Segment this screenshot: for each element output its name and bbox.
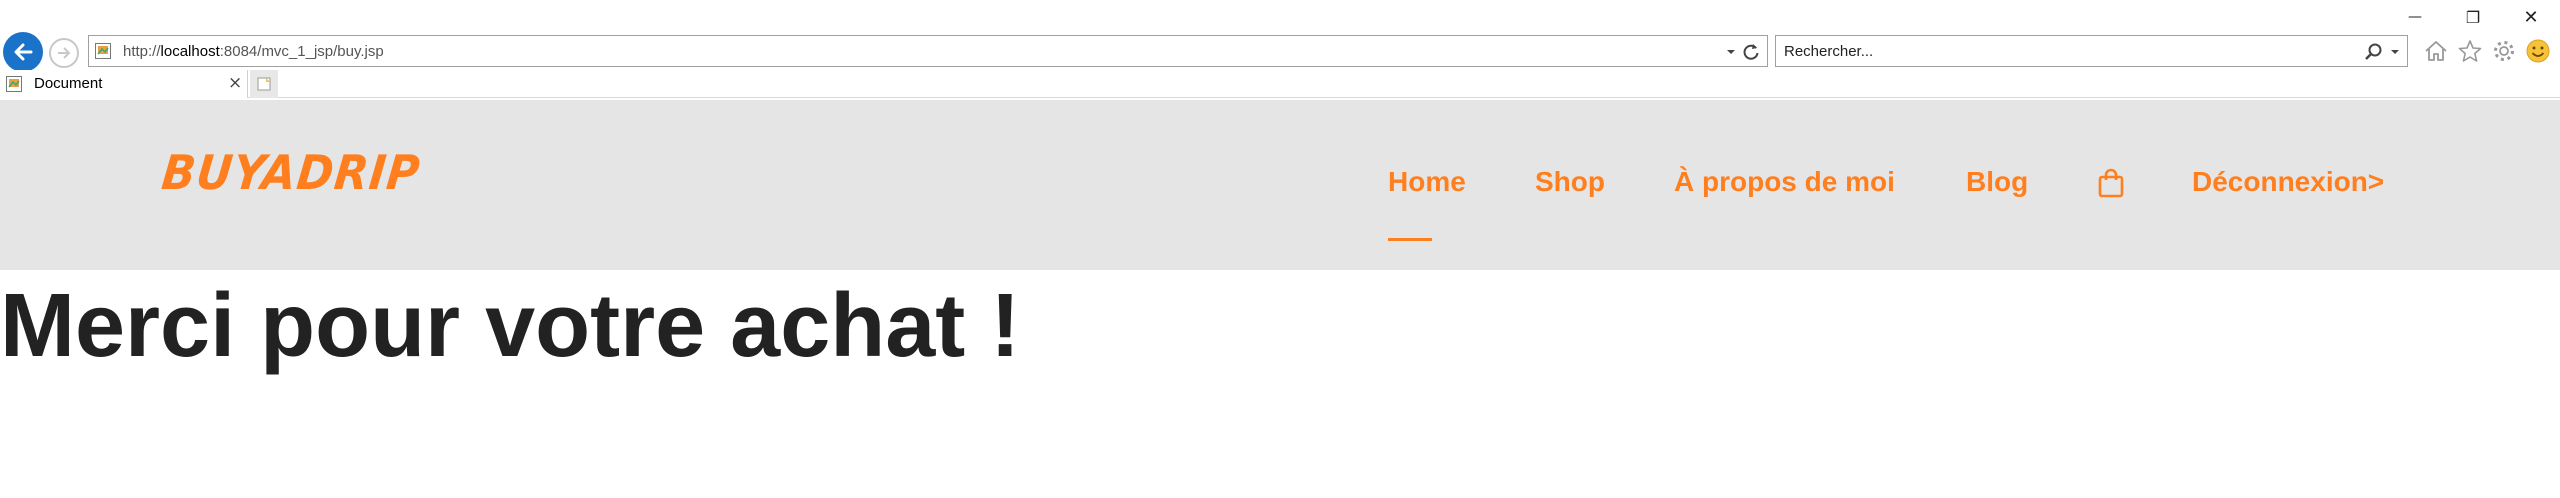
back-icon: [14, 43, 33, 61]
new-tab-icon: [257, 77, 271, 91]
smiley-icon: [2526, 39, 2550, 63]
search-icon[interactable]: [2364, 42, 2384, 62]
browser-chrome: — ❐ ✕ http://localhost:8084/mvc_1_jsp/bu…: [0, 0, 2560, 98]
tab-favicon-icon: [6, 76, 22, 92]
tab-title: Document: [34, 75, 103, 92]
site-header: BUYADRIP Home Shop À propos de moi Blog …: [0, 100, 2560, 270]
minimize-button[interactable]: —: [2386, 0, 2444, 34]
back-button[interactable]: [3, 32, 43, 72]
url-prefix: http://: [123, 43, 161, 60]
window-controls: — ❐ ✕: [2386, 0, 2560, 34]
active-nav-indicator: [1388, 238, 1432, 241]
page-favicon-icon: [95, 43, 111, 59]
forward-button[interactable]: [49, 38, 79, 68]
navigation-bar: http://localhost:8084/mvc_1_jsp/buy.jsp: [0, 30, 2560, 72]
close-window-button[interactable]: ✕: [2502, 0, 2560, 34]
home-button[interactable]: [2422, 34, 2450, 68]
forward-icon: [58, 47, 71, 59]
feedback-button[interactable]: [2524, 34, 2552, 68]
tab-close-button[interactable]: ×: [228, 73, 242, 93]
nav-shop[interactable]: Shop: [1535, 166, 1605, 198]
browser-tools: [2422, 34, 2552, 68]
star-icon: [2458, 40, 2482, 62]
address-url: http://localhost:8084/mvc_1_jsp/buy.jsp: [123, 43, 384, 60]
site-nav: Home Shop À propos de moi Blog Déconnexi…: [0, 100, 2560, 270]
new-tab-button[interactable]: [250, 70, 278, 98]
refresh-icon[interactable]: [1741, 42, 1761, 62]
restore-button[interactable]: ❐: [2444, 0, 2502, 34]
nav-home[interactable]: Home: [1388, 166, 1466, 198]
nav-logout[interactable]: Déconnexion>: [2192, 166, 2384, 198]
favorites-button[interactable]: [2456, 34, 2484, 68]
search-dropdown-icon[interactable]: [2389, 46, 2401, 58]
page-heading: Merci pour votre achat !: [0, 276, 1021, 376]
shopping-bag-icon[interactable]: [2098, 168, 2124, 198]
nav-about[interactable]: À propos de moi: [1674, 166, 1895, 198]
tab-bar: Document ×: [0, 70, 2560, 98]
address-bar[interactable]: http://localhost:8084/mvc_1_jsp/buy.jsp: [88, 35, 1768, 67]
gear-icon: [2494, 41, 2514, 61]
settings-button[interactable]: [2490, 34, 2518, 68]
tab-document[interactable]: Document ×: [0, 70, 248, 98]
url-host: localhost: [160, 43, 220, 60]
url-path: :8084/mvc_1_jsp/buy.jsp: [219, 43, 384, 60]
search-input[interactable]: [1784, 41, 2324, 61]
nav-blog[interactable]: Blog: [1966, 166, 2028, 198]
address-dropdown-icon[interactable]: [1725, 46, 1737, 58]
search-box[interactable]: [1775, 35, 2408, 67]
home-icon: [2425, 41, 2447, 61]
